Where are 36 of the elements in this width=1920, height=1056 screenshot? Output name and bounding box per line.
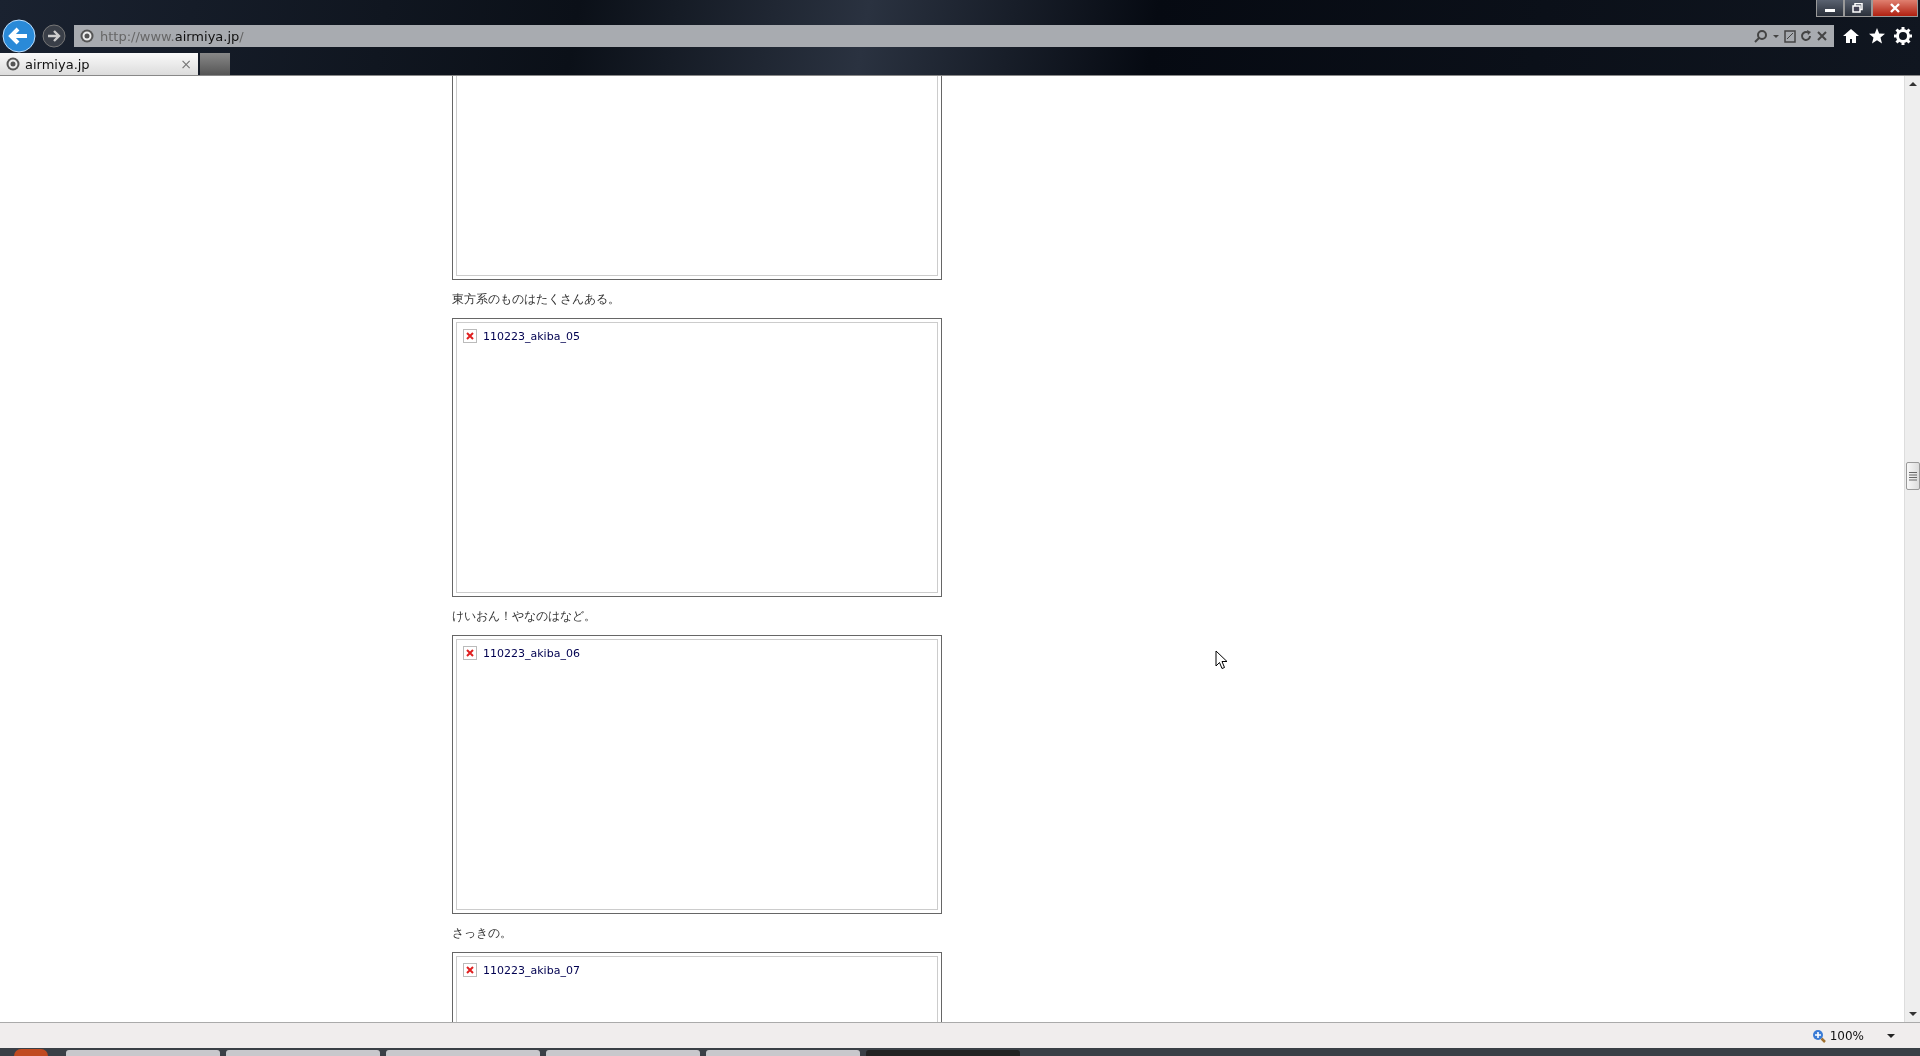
tab-close-button[interactable]: × — [180, 56, 192, 72]
image-alt-text: 110223_akiba_05 — [483, 329, 580, 343]
caption: けいおん！やなのはなど。 — [452, 607, 597, 625]
star-icon[interactable] — [1868, 27, 1886, 45]
refresh-icon[interactable] — [1800, 29, 1812, 43]
search-icon[interactable] — [1754, 29, 1768, 43]
caption: さっきの。 — [452, 924, 513, 942]
close-icon — [1888, 3, 1902, 13]
start-button[interactable] — [14, 1049, 48, 1056]
browser-tab[interactable]: airmiya.jp × — [0, 53, 198, 75]
zoom-dropdown-icon[interactable] — [1886, 1031, 1896, 1040]
scrollbar-thumb[interactable] — [1905, 462, 1920, 490]
site-icon — [6, 57, 20, 71]
mouse-cursor-icon — [1215, 650, 1228, 670]
scroll-down-icon[interactable] — [1907, 1010, 1918, 1018]
zoom-level[interactable]: 100% — [1829, 1028, 1864, 1043]
restore-button[interactable] — [1844, 0, 1872, 17]
image-alt-text: 110223_akiba_07 — [483, 963, 580, 977]
caption: 東方系のものはたくさんある。 — [452, 290, 621, 308]
home-icon[interactable] — [1842, 27, 1860, 45]
broken-image-icon — [463, 329, 477, 343]
back-button[interactable] — [2, 19, 36, 53]
scrollbar[interactable] — [1904, 76, 1920, 1022]
stop-icon[interactable] — [1816, 29, 1828, 43]
address-bar[interactable]: http://www.airmiya.jp/ — [74, 25, 1834, 47]
site-icon — [80, 29, 94, 43]
restore-icon — [1852, 3, 1864, 13]
minimize-button[interactable] — [1816, 0, 1844, 17]
scroll-up-icon[interactable] — [1907, 80, 1918, 88]
broken-image-icon — [463, 646, 477, 660]
close-button[interactable] — [1872, 0, 1918, 17]
image-alt-text: 110223_akiba_06 — [483, 646, 580, 660]
zoom-icon[interactable] — [1811, 1028, 1826, 1043]
forward-button[interactable] — [42, 24, 66, 48]
broken-image-icon — [463, 963, 477, 977]
settings-icon[interactable] — [1894, 27, 1912, 45]
